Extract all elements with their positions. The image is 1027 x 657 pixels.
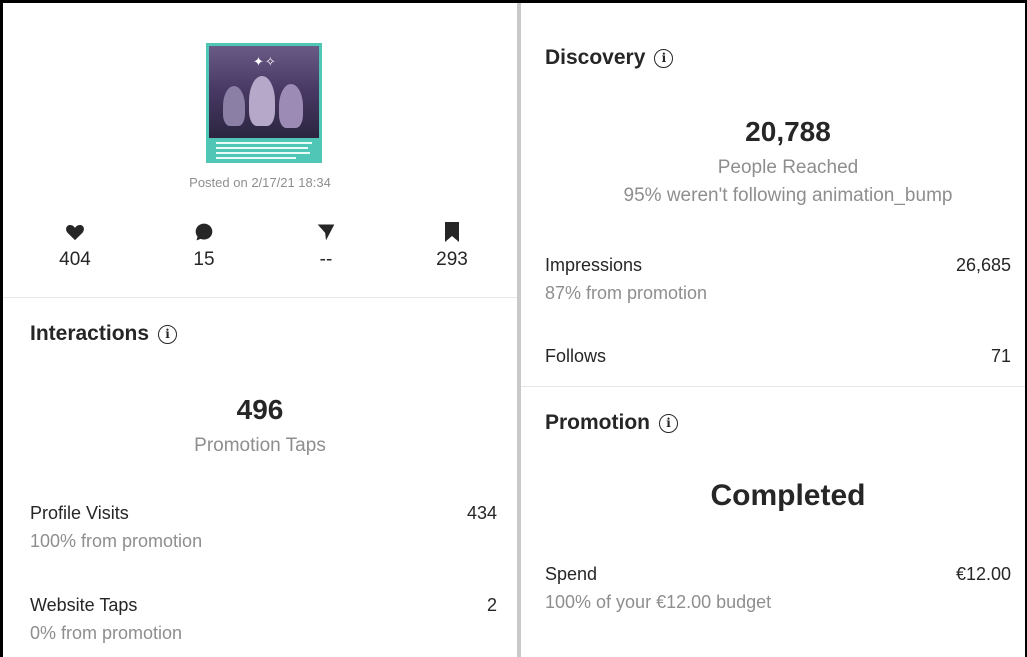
comment-icon [164, 221, 244, 243]
right-panel: Discovery i 20,788 People Reached 95% we… [521, 3, 1025, 657]
artwork-figure [223, 86, 245, 126]
website-taps-sub: 0% from promotion [30, 623, 183, 643]
bookmark-icon [412, 221, 492, 243]
people-reached-label: People Reached [717, 157, 859, 178]
promotion-status: Completed [710, 479, 866, 512]
posted-date: Posted on 2/17/21 18:34 [189, 175, 331, 190]
artwork-caption-lines [216, 142, 312, 162]
spend-value: €12.00 [955, 564, 1011, 584]
discovery-heading: Discovery i [545, 46, 674, 70]
spend-sub: 100% of your €12.00 budget [545, 592, 772, 612]
heart-icon [35, 221, 115, 243]
impressions-label: Impressions [545, 255, 643, 275]
promotion-taps-label: Promotion Taps [194, 435, 326, 456]
profile-visits-label: Profile Visits [30, 503, 129, 523]
post-stats: 404 15 -- 293 [3, 221, 517, 281]
stat-likes: 404 [35, 221, 115, 271]
saves-count: 293 [436, 249, 468, 270]
people-reached-sub: 95% weren't following animation_bump [623, 185, 953, 206]
info-icon[interactable]: i [654, 48, 674, 68]
section-divider [3, 297, 517, 298]
post-artwork: ✦✧ [209, 46, 319, 138]
profile-visits-sub: 100% from promotion [30, 531, 203, 551]
promotion-heading: Promotion i [545, 411, 678, 435]
website-taps-label: Website Taps [30, 595, 138, 615]
promotion-title: Promotion [545, 411, 650, 434]
impressions-value: 26,685 [955, 255, 1011, 275]
info-icon[interactable]: i [659, 413, 678, 433]
people-reached-total: 20,788 [745, 116, 831, 147]
spend-label: Spend [545, 564, 598, 584]
likes-count: 404 [59, 249, 91, 270]
section-divider [521, 386, 1025, 387]
share-icon [286, 221, 366, 243]
post-thumbnail[interactable]: ✦✧ [206, 43, 322, 163]
interactions-heading: Interactions i [30, 322, 178, 346]
info-icon[interactable]: i [158, 324, 178, 344]
interactions-title: Interactions [30, 322, 150, 345]
artwork-figure [249, 76, 275, 126]
stat-saves: 293 [412, 221, 492, 271]
comments-count: 15 [193, 249, 215, 270]
profile-visits-value: 434 [466, 503, 497, 523]
discovery-title: Discovery [545, 46, 646, 69]
follows-value: 71 [990, 346, 1011, 366]
stat-shares: -- [286, 221, 366, 271]
website-taps-value: 2 [486, 595, 497, 615]
left-panel: ✦✧ Posted on 2/17/21 18:34 404 15 -- 293… [3, 3, 517, 657]
artwork-logo: ✦✧ [253, 54, 277, 69]
impressions-sub: 87% from promotion [545, 283, 708, 303]
shares-count: -- [319, 249, 333, 270]
stat-comments: 15 [164, 221, 244, 271]
artwork-figure [279, 84, 303, 128]
promotion-taps-total: 496 [236, 394, 284, 425]
follows-label: Follows [545, 346, 607, 366]
